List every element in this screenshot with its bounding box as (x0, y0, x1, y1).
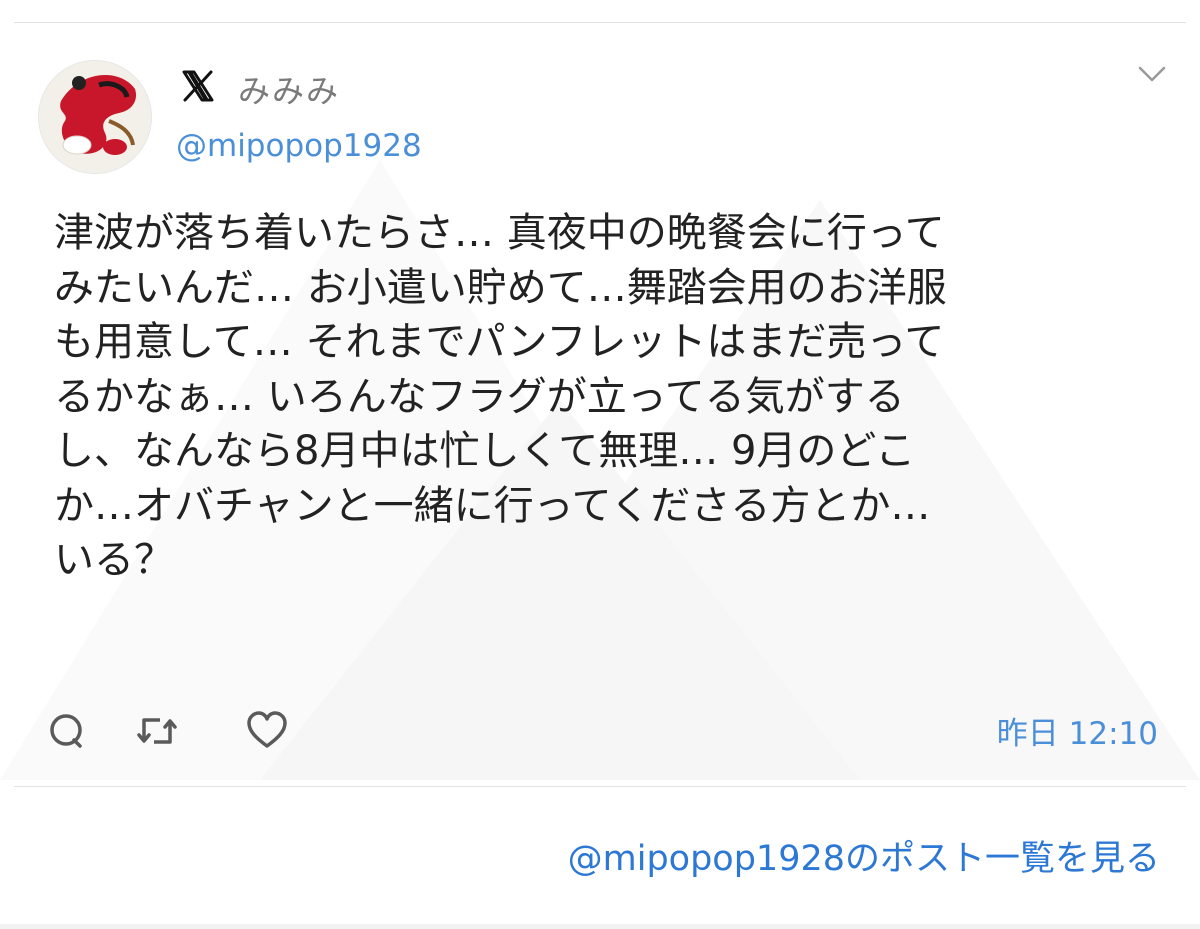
post-text: 津波が落ち着いたらさ… 真夜中の晩餐会に行って みたいんだ… お小遣い貯めて…舞… (54, 206, 1154, 588)
post-text-line: し、なんなら8月中は忙しくて無理… 9月のどこ (54, 428, 916, 474)
post-text-line: みたいんだ… お小遣い貯めて…舞踏会用のお洋服 (54, 264, 947, 311)
heart-icon[interactable] (244, 708, 290, 754)
chevron-down-icon[interactable] (1136, 62, 1168, 86)
embedded-post-card[interactable]: みみみ @mipopop1928 津波が落ち着いたらさ… 真夜中の晩餐会に行って… (0, 0, 1200, 929)
post-text-line: 津波が落ち着いたらさ… 真夜中の晩餐会に行って (54, 210, 945, 256)
retweet-icon[interactable] (134, 708, 180, 754)
user-handle[interactable]: @mipopop1928 (176, 128, 422, 164)
x-logo-icon (182, 70, 214, 102)
display-name[interactable]: みみみ (238, 66, 340, 112)
post-text-line: いる？ (54, 537, 174, 583)
post-text-line: か…オバチャンと一緒に行ってくださる方とか… (54, 482, 931, 529)
post-text-line: るかなぁ… いろんなフラグが立ってる気がする (54, 373, 905, 420)
post-timestamp[interactable]: 昨日 12:10 (997, 708, 1158, 753)
post-text-line: も用意して… それまでパンフレットはまだ売って (54, 319, 945, 365)
reply-icon[interactable] (44, 708, 90, 754)
view-posts-link[interactable]: @mipopop1928のポスト一覧を見る (568, 830, 1160, 881)
avatar[interactable] (38, 60, 152, 174)
